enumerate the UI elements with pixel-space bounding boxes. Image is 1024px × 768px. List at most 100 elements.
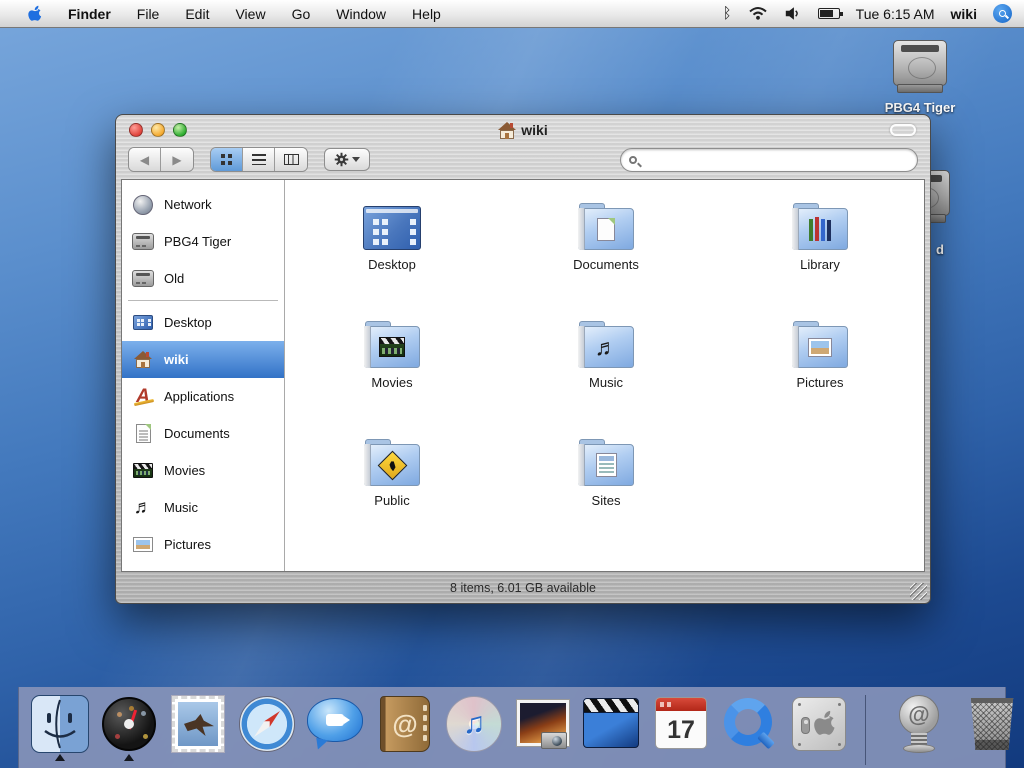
dock-dashboard[interactable] (100, 695, 158, 761)
column-view-icon (283, 154, 299, 165)
search-input[interactable] (637, 150, 917, 169)
music-note-icon: ♬ (133, 497, 153, 518)
status-text: 8 items, 6.01 GB available (450, 581, 596, 595)
dock-right-group: @ (891, 695, 1021, 753)
menu-bar-left: Finder File Edit View Go Window Help (0, 0, 454, 28)
sidebar: Network PBG4 Tiger Old Desktop wiki A Ap… (122, 180, 285, 571)
fast-user-switch-menu[interactable]: wiki (951, 6, 977, 22)
toolbar-toggle-pill[interactable] (890, 124, 916, 136)
menu-view[interactable]: View (222, 0, 278, 28)
file-item-pictures[interactable]: Pictures (713, 310, 924, 428)
sidebar-item-documents[interactable]: Documents (122, 415, 284, 452)
dock-at-spring-shortcut[interactable]: @ (891, 695, 949, 753)
sidebar-label: Network (164, 197, 212, 212)
forward-button[interactable]: ▶ (161, 148, 193, 171)
dock-quicktime[interactable] (721, 695, 779, 753)
desktop-window-icon (363, 206, 421, 250)
dock-ichat[interactable] (307, 695, 365, 753)
content-area[interactable]: Desktop Documents Library Movies ♬ Music… (285, 180, 924, 571)
list-view-button[interactable] (243, 148, 275, 171)
folder-clapperboard-icon (364, 321, 420, 368)
dock-imovie[interactable] (583, 695, 641, 753)
column-view-button[interactable] (275, 148, 307, 171)
search-field[interactable] (620, 147, 918, 172)
dock-mail[interactable] (169, 695, 227, 753)
file-item-movies[interactable]: Movies (285, 310, 499, 428)
file-item-library[interactable]: Library (713, 192, 924, 310)
dock-system-preferences[interactable] (790, 695, 848, 753)
file-item-documents[interactable]: Documents (499, 192, 713, 310)
window-title: wiki (116, 115, 930, 145)
wifi-icon[interactable] (748, 6, 768, 21)
finder-icon (31, 695, 89, 753)
menu-file[interactable]: File (124, 0, 173, 28)
sidebar-item-desktop[interactable]: Desktop (122, 304, 284, 341)
menu-finder[interactable]: Finder (55, 0, 124, 28)
running-indicator (124, 754, 134, 761)
menu-go[interactable]: Go (279, 0, 324, 28)
light-switch-glyph (801, 717, 810, 734)
sidebar-item-pbg4-tiger[interactable]: PBG4 Tiger (122, 223, 284, 260)
sidebar-item-movies[interactable]: Movies (122, 452, 284, 489)
finder-window: wiki ◀ ▶ Network PBG4 Tiger Old Desktop … (115, 114, 931, 604)
window-body: Network PBG4 Tiger Old Desktop wiki A Ap… (121, 179, 925, 572)
resize-grip[interactable] (910, 583, 927, 600)
sidebar-label: Desktop (164, 315, 212, 330)
file-item-music[interactable]: ♬ Music (499, 310, 713, 428)
desktop-icon-pbg4-tiger[interactable]: PBG4 Tiger (885, 40, 960, 115)
title-bar[interactable]: wiki (116, 115, 930, 145)
home-icon (131, 348, 155, 372)
file-item-desktop[interactable]: Desktop (285, 192, 499, 310)
window-title-text: wiki (521, 122, 548, 138)
menu-window[interactable]: Window (323, 0, 399, 28)
dock-trash[interactable] (963, 695, 1021, 753)
file-label: Public (374, 493, 410, 508)
folder-crossing-sign-icon (364, 439, 420, 486)
file-label: Pictures (796, 375, 844, 390)
folder-photo-icon (792, 321, 848, 368)
dock-iphoto[interactable] (514, 695, 572, 753)
safari-icon (239, 696, 295, 752)
volume-icon[interactable] (784, 6, 802, 21)
sidebar-item-network[interactable]: Network (122, 186, 284, 223)
desktop-icon-label: PBG4 Tiger (884, 100, 956, 115)
sidebar-label: Applications (164, 389, 235, 404)
sidebar-item-music[interactable]: ♬ Music (122, 489, 284, 526)
dock-safari[interactable] (238, 695, 296, 753)
file-item-public[interactable]: Public (285, 428, 499, 546)
dock-itunes[interactable]: ♫ (445, 695, 503, 753)
back-button[interactable]: ◀ (129, 148, 161, 171)
sidebar-item-pictures[interactable]: Pictures (122, 526, 284, 563)
apple-menu[interactable] (14, 0, 55, 28)
folder-books-icon (792, 203, 848, 250)
file-item-sites[interactable]: Sites (499, 428, 713, 546)
dock-separator (865, 695, 866, 765)
mail-icon (171, 695, 225, 753)
spotlight-icon[interactable] (993, 4, 1012, 23)
dock-finder[interactable] (31, 695, 89, 761)
at-spring-icon: @ (891, 695, 947, 753)
trash-icon (970, 698, 1014, 750)
sidebar-item-old[interactable]: Old (122, 260, 284, 297)
menu-help[interactable]: Help (399, 0, 454, 28)
camera-glyph (326, 714, 350, 726)
file-label: Desktop (368, 257, 416, 272)
action-menu-button[interactable] (324, 148, 370, 171)
dock-address-book[interactable]: @ (376, 695, 434, 753)
bluetooth-icon[interactable]: ᛒ (723, 5, 732, 22)
dock-ical[interactable]: 17 (652, 695, 710, 753)
folder-document-icon (578, 203, 634, 250)
menu-edit[interactable]: Edit (172, 0, 222, 28)
imovie-icon (583, 698, 639, 748)
battery-icon[interactable] (817, 8, 843, 19)
folder-music-icon: ♬ (578, 321, 634, 368)
desktop-icon (131, 311, 155, 335)
sidebar-item-wiki[interactable]: wiki (122, 341, 284, 378)
desktop: Finder File Edit View Go Window Help ᛒ T… (0, 0, 1024, 768)
sidebar-item-applications[interactable]: A Applications (122, 378, 284, 415)
sidebar-label: Pictures (164, 537, 211, 552)
list-view-icon (251, 154, 266, 165)
icon-view-button[interactable] (211, 148, 243, 171)
menu-bar: Finder File Edit View Go Window Help ᛒ T… (0, 0, 1024, 28)
menu-clock[interactable]: Tue 6:15 AM (856, 6, 935, 22)
